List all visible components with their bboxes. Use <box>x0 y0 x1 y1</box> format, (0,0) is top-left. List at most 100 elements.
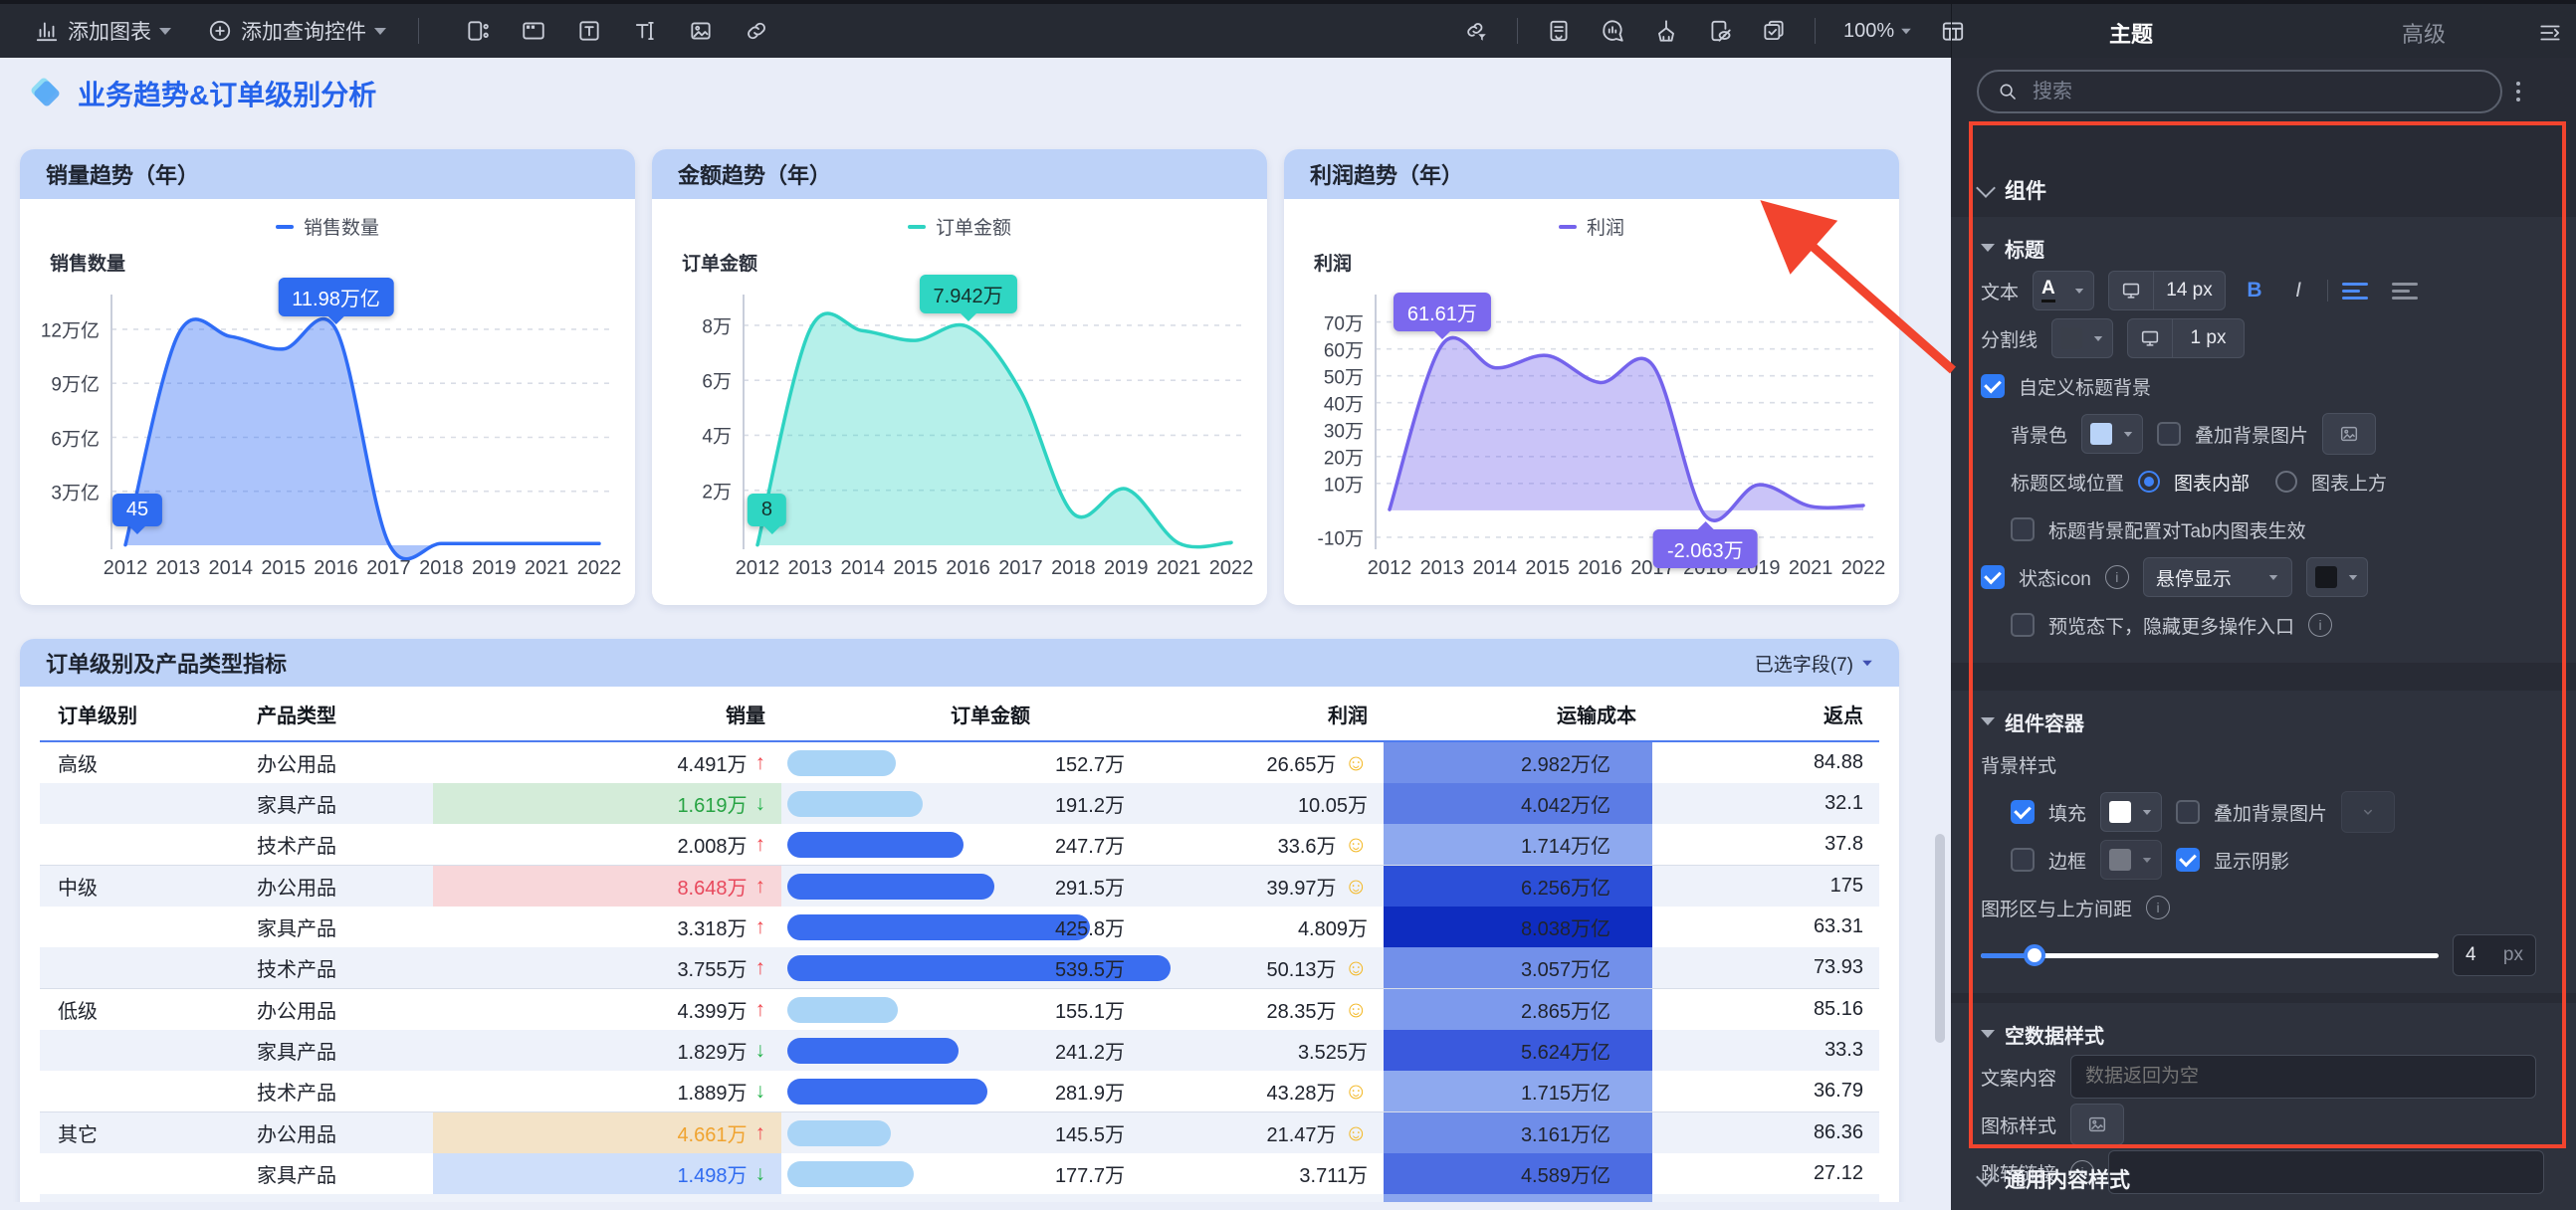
column-header[interactable]: 运输成本 <box>1384 687 1652 740</box>
empty-text-input[interactable] <box>2070 1055 2536 1099</box>
chart-card-sales[interactable]: 销量趋势（年） 销售数量销售数量12万亿9万亿6万亿3万亿20122013201… <box>20 149 635 605</box>
comment-chart-icon[interactable] <box>1600 18 1625 44</box>
table-row[interactable]: 中级办公用品8.648万↑291.5万39.97万☺6.256万亿175 <box>40 865 1879 907</box>
more-options-icon[interactable] <box>2516 82 2520 101</box>
align-left-icon[interactable] <box>2342 283 2368 300</box>
table-row[interactable]: 技术产品1.889万↓281.9万43.28万☺1.715万亿36.79 <box>40 1071 1879 1111</box>
table-row[interactable]: 技术产品3.755万↑539.5万50.13万☺3.057万亿73.93 <box>40 947 1879 988</box>
amount-cell: 281.9万 <box>781 1071 1199 1111</box>
link-icon[interactable] <box>744 18 769 44</box>
table-row[interactable]: 技术产品2.008万↑247.7万33.6万☺1.714万亿37.8 <box>40 824 1879 865</box>
hover-display-dropdown[interactable]: 悬停显示 <box>2143 557 2292 597</box>
x-axis-tick: 2015 <box>1525 557 1570 580</box>
column-header[interactable]: 销量 <box>433 687 781 740</box>
text-color-dropdown[interactable]: A <box>2033 271 2094 310</box>
status-icon-checkbox[interactable] <box>1981 565 2005 589</box>
bold-button[interactable]: B <box>2240 279 2269 302</box>
divider-width-control[interactable]: 1 px <box>2127 318 2245 358</box>
fill-checkbox[interactable] <box>2011 800 2035 824</box>
custom-title-bg-checkbox[interactable] <box>1981 374 2005 398</box>
chart-card-profit[interactable]: 利润趋势（年） 利润利润70万60万50万40万30万20万10万-10万201… <box>1284 149 1899 605</box>
link-filter-icon[interactable] <box>1463 18 1489 44</box>
doc-lines-icon[interactable] <box>1546 18 1572 44</box>
broom-icon[interactable] <box>1653 18 1679 44</box>
table-row[interactable]: 家具产品1.829万↓241.2万3.525万5.624万亿33.3 <box>40 1030 1879 1071</box>
section-common[interactable]: 通用内容样式 <box>1951 1164 2576 1194</box>
text-insert-icon[interactable] <box>632 18 658 44</box>
section-component[interactable]: 组件 <box>1951 175 2576 205</box>
column-header[interactable]: 订单金额 <box>781 687 1199 740</box>
table-row[interactable]: 家具产品1.498万↓177.7万3.711万4.589万亿27.12 <box>40 1153 1879 1194</box>
rebate-cell: 85.16 <box>1652 989 1879 1030</box>
rebate-cell: 32.1 <box>1652 783 1879 824</box>
show-shadow-checkbox[interactable] <box>2176 848 2200 872</box>
amount-cell: 425.8万 <box>781 907 1199 947</box>
table-card[interactable]: 订单级别及产品类型指标 已选字段(7) 订单级别产品类型销量订单金额利润运输成本… <box>20 639 1899 1202</box>
table-row[interactable]: 低级办公用品4.399万↑155.1万28.35万☺2.865万亿85.16 <box>40 988 1879 1030</box>
spacing-slider[interactable] <box>1981 935 2439 975</box>
zoom-control[interactable]: 100% <box>1843 20 1912 43</box>
doc-check-icon[interactable] <box>1761 18 1787 44</box>
tab-layout-icon[interactable] <box>521 18 546 44</box>
search-box[interactable] <box>1977 70 2502 113</box>
bg-color-dropdown[interactable] <box>2081 414 2143 454</box>
empty-icon-picker-button[interactable] <box>2070 1104 2124 1145</box>
radio-chart-inside[interactable] <box>2138 471 2160 493</box>
column-header[interactable]: 订单级别 <box>40 687 239 740</box>
subsection-container[interactable]: 组件容器 <box>1981 703 2576 740</box>
preview-hide-checkbox[interactable] <box>2011 613 2035 637</box>
subsection-title[interactable]: 标题 <box>1981 229 2576 267</box>
slider-handle[interactable] <box>2024 944 2045 966</box>
container-bg-image-button[interactable] <box>2341 791 2395 833</box>
empty-icon-label: 图标样式 <box>1981 1111 2056 1138</box>
fill-color-dropdown[interactable] <box>2100 792 2162 832</box>
table-row[interactable]: 家具产品3.318万↑425.8万4.809万8.038万亿63.31 <box>40 907 1879 947</box>
radio-chart-above[interactable] <box>2275 471 2297 493</box>
table-row[interactable]: 其它办公用品4.661万↑145.5万21.47万☺3.161万亿86.36 <box>40 1111 1879 1153</box>
info-icon[interactable]: i <box>2146 896 2170 919</box>
empty-icon-row: 图标样式 <box>1981 1101 2576 1148</box>
column-header[interactable]: 返点 <box>1652 687 1879 740</box>
chart-card-amount[interactable]: 金额趋势（年） 订单金额订单金额8万6万4万2万2012201320142015… <box>652 149 1267 605</box>
widget-icon[interactable] <box>465 18 491 44</box>
column-header[interactable]: 利润 <box>1199 687 1384 740</box>
table-row[interactable]: 技术产品1.832万↓268万15.47万1.782万亿37.98 <box>40 1194 1879 1202</box>
info-icon[interactable]: i <box>2308 613 2332 637</box>
container-settings-block: 组件容器 背景样式 填充 叠加背景图片 边框 显示阴影 <box>1951 691 2576 993</box>
container-overlay-checkbox[interactable] <box>2176 800 2200 824</box>
align-right-icon[interactable] <box>2392 283 2418 300</box>
status-color-dropdown[interactable] <box>2306 557 2368 597</box>
search-input[interactable] <box>2031 80 2482 104</box>
tab-advanced[interactable]: 高级 <box>2402 17 2446 49</box>
italic-button[interactable]: I <box>2283 279 2313 302</box>
level-cell <box>40 783 239 824</box>
chevron-down-icon <box>374 28 386 35</box>
tab-apply-checkbox[interactable] <box>2011 517 2035 541</box>
table-row[interactable]: 家具产品1.619万↓191.2万10.05万4.042万亿32.1 <box>40 783 1879 824</box>
doc-eye-icon[interactable] <box>1707 18 1733 44</box>
image-icon[interactable] <box>688 18 714 44</box>
subsection-empty[interactable]: 空数据样式 <box>1981 1015 2576 1053</box>
sales-cell: 4.491万↑ <box>433 742 781 783</box>
collapse-panel-icon[interactable] <box>2537 20 2563 46</box>
amount-value: 145.5万 <box>975 1118 1125 1147</box>
chevron-down-icon <box>2094 336 2102 341</box>
font-size-control[interactable]: 14 px <box>2108 271 2226 310</box>
column-header[interactable]: 产品类型 <box>239 687 433 740</box>
add-chart-button[interactable]: 添加图表 <box>34 16 171 46</box>
border-checkbox[interactable] <box>2011 848 2035 872</box>
x-axis-tick: 2012 <box>1368 557 1412 580</box>
selected-fields-dropdown[interactable]: 已选字段(7) <box>1755 650 1873 677</box>
border-color-dropdown[interactable] <box>2100 840 2162 880</box>
rebate-cell: 33.3 <box>1652 1030 1879 1071</box>
bg-image-picker-button[interactable] <box>2322 413 2376 455</box>
table-row[interactable]: 高级办公用品4.491万↑152.7万26.65万☺2.982万亿84.88 <box>40 742 1879 783</box>
canvas-scrollbar[interactable] <box>1935 834 1945 1043</box>
divider-color-dropdown[interactable] <box>2051 318 2113 358</box>
add-query-button[interactable]: 添加查询控件 <box>207 16 386 46</box>
info-icon[interactable]: i <box>2105 565 2129 589</box>
overlay-bg-image-checkbox[interactable] <box>2157 422 2181 446</box>
spacing-value-box[interactable]: 4 px <box>2453 934 2536 976</box>
tab-theme[interactable]: 主题 <box>2109 17 2153 49</box>
text-icon[interactable] <box>576 18 602 44</box>
